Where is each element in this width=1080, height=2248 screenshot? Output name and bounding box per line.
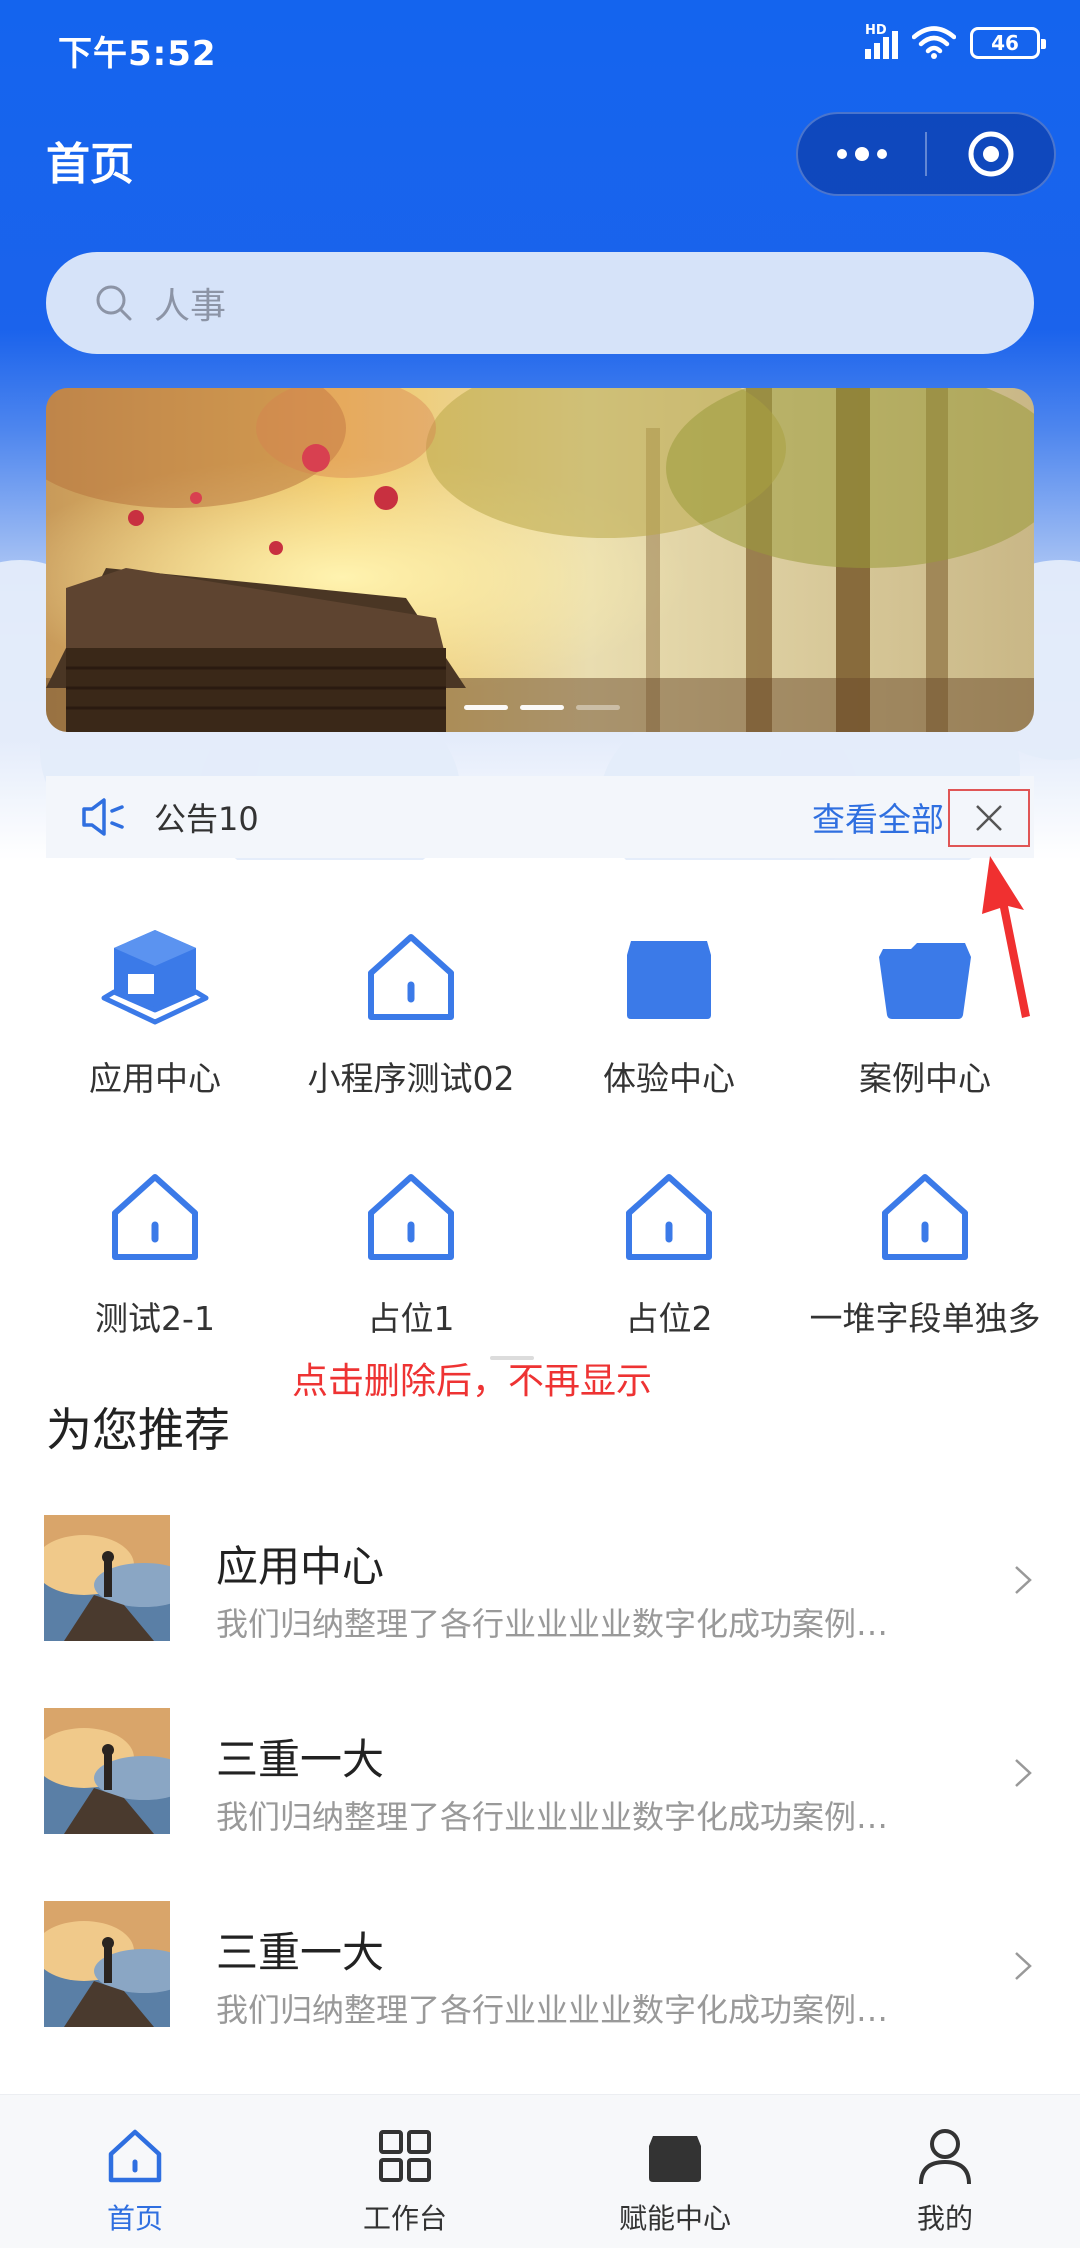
grid-item-placeholder-1[interactable]: 占位1 bbox=[276, 1162, 546, 1340]
folder-icon bbox=[870, 922, 980, 1032]
grid-item-mini-test[interactable]: 小程序测试02 bbox=[276, 922, 546, 1100]
wifi-icon bbox=[912, 26, 956, 59]
target-icon bbox=[968, 131, 1013, 177]
cube-icon bbox=[100, 922, 210, 1032]
banner-carousel[interactable] bbox=[46, 388, 1034, 732]
banner-dot-active[interactable] bbox=[520, 705, 564, 710]
close-miniprogram-button[interactable] bbox=[927, 114, 1054, 194]
status-bar: 下午5:52 HD 46 bbox=[0, 0, 1080, 100]
tab-mine[interactable]: 我的 bbox=[810, 2095, 1080, 2248]
block-icon bbox=[614, 922, 724, 1032]
close-icon bbox=[976, 805, 1002, 831]
home-icon bbox=[614, 1162, 724, 1272]
signal-icon: HD bbox=[865, 23, 898, 59]
section-title: 为您推荐 bbox=[46, 1403, 230, 1457]
grid-item-label: 案例中心 bbox=[859, 1059, 991, 1098]
chevron-right-icon bbox=[1015, 1952, 1032, 1980]
tab-label: 赋能中心 bbox=[618, 2202, 731, 2235]
tab-home[interactable]: 首页 bbox=[0, 2095, 270, 2248]
tab-bar: 首页 工作台 赋能中心 我的 bbox=[0, 2094, 1080, 2248]
grid-item-fields[interactable]: 一堆字段单独多 bbox=[790, 1162, 1060, 1340]
notice-close-button[interactable] bbox=[948, 789, 1030, 847]
view-all-link[interactable]: 查看全部 bbox=[812, 793, 944, 841]
grid-icon bbox=[374, 2125, 436, 2187]
tab-label: 首页 bbox=[106, 2202, 163, 2235]
more-button[interactable] bbox=[798, 114, 925, 194]
tab-label: 我的 bbox=[916, 2202, 973, 2235]
home-icon bbox=[870, 1162, 980, 1272]
annotation-text: 点击删除后，不再显示 bbox=[292, 1361, 653, 1402]
list-item[interactable]: 应用中心 我们归纳整理了各行业业业业数字化成功案例… bbox=[0, 1515, 1080, 1645]
list-item-title: 三重一大 bbox=[216, 1735, 385, 1784]
search-icon bbox=[96, 285, 132, 321]
list-item[interactable]: 三重一大 我们归纳整理了各行业业业业数字化成功案例… bbox=[0, 1901, 1080, 2031]
status-time: 下午5:52 bbox=[58, 34, 217, 74]
list-item-desc: 我们归纳整理了各行业业业业数字化成功案例… bbox=[216, 1605, 889, 1643]
notice-text[interactable]: 公告10 bbox=[154, 794, 259, 840]
tab-workbench[interactable]: 工作台 bbox=[270, 2095, 540, 2248]
grid-item-experience-center[interactable]: 体验中心 bbox=[534, 922, 804, 1100]
speaker-icon bbox=[82, 798, 124, 836]
list-item[interactable]: 三重一大 我们归纳整理了各行业业业业数字化成功案例… bbox=[0, 1708, 1080, 1838]
network-label: HD bbox=[865, 23, 887, 38]
thumbnail-image bbox=[44, 1901, 170, 2027]
user-icon bbox=[914, 2125, 976, 2187]
grid-item-case-center[interactable]: 案例中心 bbox=[790, 922, 1060, 1100]
banner-dot[interactable] bbox=[464, 705, 508, 710]
chevron-right-icon bbox=[1015, 1759, 1032, 1787]
miniprogram-capsule bbox=[796, 112, 1056, 196]
search-placeholder: 人事 bbox=[154, 286, 227, 327]
page-title: 首页 bbox=[46, 139, 134, 190]
box-icon bbox=[644, 2125, 706, 2187]
home-icon bbox=[356, 922, 466, 1032]
grid-item-label: 体验中心 bbox=[603, 1059, 735, 1098]
grid-item-label: 测试2-1 bbox=[95, 1299, 215, 1338]
grid-item-label: 小程序测试02 bbox=[307, 1059, 515, 1098]
banner-indicators bbox=[464, 705, 620, 710]
status-icons: HD 46 bbox=[865, 23, 1046, 60]
grid-item-label: 一堆字段单独多 bbox=[809, 1299, 1041, 1338]
grid-item-placeholder-2[interactable]: 占位2 bbox=[534, 1162, 804, 1340]
thumbnail-image bbox=[44, 1515, 170, 1641]
home-icon bbox=[100, 1162, 210, 1272]
grid-item-label: 占位2 bbox=[625, 1299, 713, 1338]
grid-item-app-center[interactable]: 应用中心 bbox=[20, 922, 290, 1100]
home-icon bbox=[356, 1162, 466, 1272]
battery-level: 46 bbox=[991, 31, 1019, 55]
list-item-desc: 我们归纳整理了各行业业业业数字化成功案例… bbox=[216, 1798, 889, 1836]
grid-item-label: 应用中心 bbox=[89, 1059, 221, 1098]
more-icon bbox=[836, 147, 887, 161]
notice-bar[interactable]: 公告10 查看全部 bbox=[46, 776, 1034, 858]
tab-label: 工作台 bbox=[362, 2202, 447, 2235]
list-item-title: 应用中心 bbox=[216, 1542, 385, 1591]
list-item-desc: 我们归纳整理了各行业业业业数字化成功案例… bbox=[216, 1991, 889, 2029]
banner-dot[interactable] bbox=[576, 705, 620, 710]
search-input[interactable]: 人事 bbox=[46, 252, 1034, 354]
home-icon bbox=[104, 2125, 166, 2187]
list-item-title: 三重一大 bbox=[216, 1928, 385, 1977]
battery-icon: 46 bbox=[970, 27, 1046, 59]
grid-item-test-2-1[interactable]: 测试2-1 bbox=[20, 1162, 290, 1340]
banner-image bbox=[46, 388, 1034, 732]
grid-item-label: 占位1 bbox=[367, 1299, 455, 1338]
tab-empower-center[interactable]: 赋能中心 bbox=[540, 2095, 810, 2248]
thumbnail-image bbox=[44, 1708, 170, 1834]
chevron-right-icon bbox=[1015, 1566, 1032, 1594]
